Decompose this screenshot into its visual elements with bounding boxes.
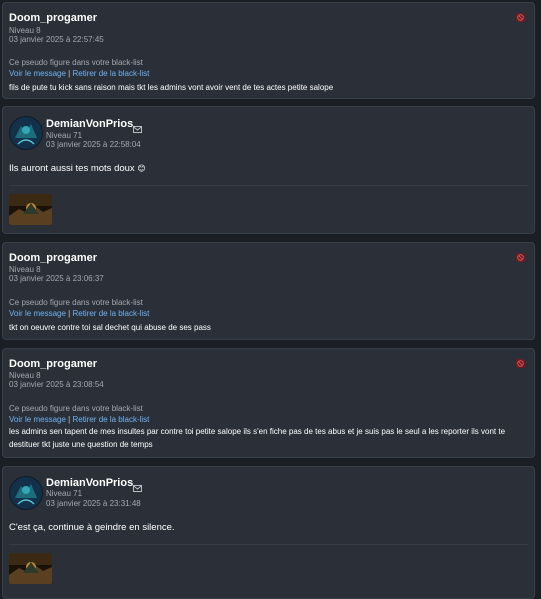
author-pseudo[interactable]: Doom_progamer: [9, 252, 97, 264]
signature-image[interactable]: [9, 553, 52, 584]
view-message-link[interactable]: Voir le message: [9, 415, 66, 424]
blacklist-actions: Voir le message | Retirer de la black-li…: [9, 69, 149, 78]
message-feed: Doom_progamer Niveau 8 03 janvier 2025 à…: [0, 0, 541, 599]
author-pseudo[interactable]: DemianVonPrios: [46, 118, 133, 130]
link-separator: |: [68, 309, 71, 318]
link-separator: |: [68, 69, 71, 78]
blacklist-notice: Ce pseudo figure dans votre black-list: [9, 58, 143, 67]
remove-blacklist-link[interactable]: Retirer de la black-list: [72, 69, 149, 78]
post-date[interactable]: 03 janvier 2025 à 22:57:45: [9, 35, 104, 45]
view-message-link[interactable]: Voir le message: [9, 69, 66, 78]
post-blacklisted: Doom_progamer Niveau 8 03 janvier 2025 à…: [2, 2, 535, 99]
author-pseudo[interactable]: Doom_progamer: [9, 358, 97, 370]
mail-icon[interactable]: [133, 120, 142, 133]
signature-image[interactable]: [9, 194, 52, 225]
remove-blacklist-link[interactable]: Retirer de la black-list: [72, 415, 149, 424]
blacklist-actions: Voir le message | Retirer de la black-li…: [9, 415, 149, 424]
avatar[interactable]: [9, 476, 43, 510]
mail-icon[interactable]: [133, 479, 142, 492]
post-date[interactable]: 03 janvier 2025 à 23:08:54: [9, 380, 104, 390]
message-text: C'est ça, continue à geindre en silence.: [9, 522, 175, 533]
smiley-icon: 😊: [137, 164, 146, 173]
post-date[interactable]: 03 janvier 2025 à 23:06:37: [9, 274, 104, 284]
signature-divider: [9, 544, 528, 545]
blacklist-actions: Voir le message | Retirer de la black-li…: [9, 309, 149, 318]
blacklist-notice: Ce pseudo figure dans votre black-list: [9, 298, 143, 307]
avatar[interactable]: [9, 116, 43, 150]
report-icon[interactable]: [516, 359, 525, 368]
post-blacklisted: Doom_progamer Niveau 8 03 janvier 2025 à…: [2, 348, 535, 458]
author-pseudo[interactable]: Doom_progamer: [9, 12, 97, 24]
view-message-link[interactable]: Voir le message: [9, 309, 66, 318]
author-level: Niveau 71: [46, 489, 83, 498]
message-text: tkt on oeuvre contre toi sal dechet qui …: [9, 323, 211, 332]
link-separator: |: [68, 415, 71, 424]
blacklist-notice: Ce pseudo figure dans votre black-list: [9, 404, 143, 413]
message-body: Ils auront aussi tes mots doux: [9, 163, 135, 174]
post-date[interactable]: 03 janvier 2025 à 22:58:04: [46, 140, 141, 150]
author-pseudo[interactable]: DemianVonPrios: [46, 477, 133, 489]
post: DemianVonPrios Niveau 71 03 janvier 2025…: [2, 466, 535, 599]
post: DemianVonPrios Niveau 71 03 janvier 2025…: [2, 106, 535, 234]
message-text: fils de pute tu kick sans raison mais tk…: [9, 83, 334, 92]
report-icon[interactable]: [516, 13, 525, 22]
post-date[interactable]: 03 janvier 2025 à 23:31:48: [46, 499, 141, 509]
signature-divider: [9, 185, 528, 186]
report-icon[interactable]: [516, 253, 525, 262]
message-text: les admins sen tapent de mes insultes pa…: [9, 427, 506, 449]
remove-blacklist-link[interactable]: Retirer de la black-list: [72, 309, 149, 318]
post-blacklisted: Doom_progamer Niveau 8 03 janvier 2025 à…: [2, 242, 535, 340]
message-text: Ils auront aussi tes mots doux 😊: [9, 163, 146, 174]
